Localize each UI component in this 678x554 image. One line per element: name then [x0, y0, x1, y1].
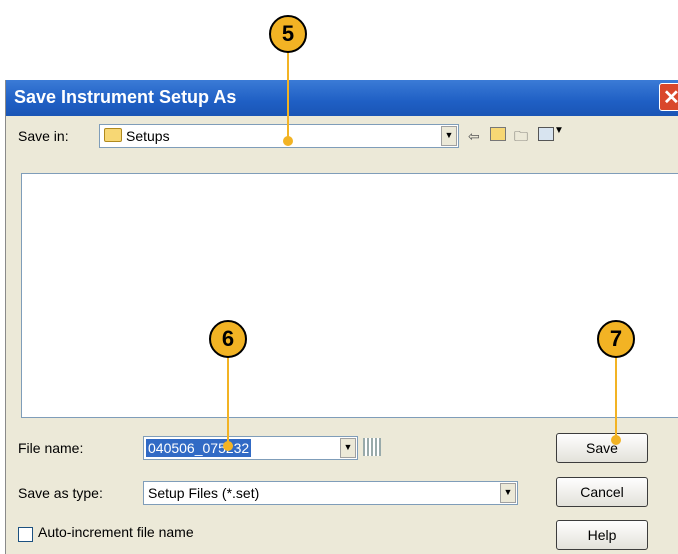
save-button[interactable]: Save: [556, 433, 648, 463]
title-bar: Save Instrument Setup As ✕: [6, 80, 678, 116]
file-name-input[interactable]: 040506_075232 ▼: [143, 436, 358, 460]
dialog-title: Save Instrument Setup As: [14, 87, 237, 107]
save-as-type-dropdown[interactable]: Setup Files (*.set) ▼: [143, 481, 518, 505]
save-as-type-value: Setup Files (*.set): [148, 485, 260, 501]
view-menu-chevron-icon[interactable]: ▼: [554, 125, 564, 136]
save-in-dropdown[interactable]: Setups ▼: [99, 124, 459, 148]
callout-5-dot: [283, 136, 293, 146]
save-in-value: Setups: [126, 128, 170, 144]
save-as-type-label: Save as type:: [18, 485, 103, 501]
folder-icon: [104, 128, 122, 142]
cancel-button[interactable]: Cancel: [556, 477, 648, 507]
chevron-down-icon[interactable]: ▼: [441, 126, 457, 146]
new-folder-icon[interactable]: 🗀: [514, 126, 528, 150]
auto-increment-checkbox[interactable]: [18, 527, 33, 542]
save-in-label: Save in:: [18, 128, 69, 144]
view-menu-icon[interactable]: [538, 127, 554, 141]
chevron-down-icon[interactable]: ▼: [340, 438, 356, 458]
callout-7: 7: [597, 320, 635, 358]
keypad-icon[interactable]: [363, 438, 381, 456]
chevron-down-icon[interactable]: ▼: [500, 483, 516, 503]
callout-6-line: [227, 357, 229, 445]
auto-increment-label: Auto-increment file name: [38, 524, 194, 540]
back-icon[interactable]: ⇦: [468, 128, 480, 145]
callout-5: 5: [269, 15, 307, 53]
callout-5-line: [287, 52, 289, 140]
close-button[interactable]: ✕: [659, 83, 678, 111]
callout-6: 6: [209, 320, 247, 358]
callout-7-dot: [611, 435, 621, 445]
file-list[interactable]: [21, 173, 678, 418]
help-button[interactable]: Help: [556, 520, 648, 550]
callout-7-line: [615, 357, 617, 439]
up-folder-icon[interactable]: [490, 127, 506, 141]
close-icon: ✕: [663, 87, 678, 109]
file-name-value: 040506_075232: [146, 439, 252, 457]
callout-6-dot: [223, 441, 233, 451]
file-name-label: File name:: [18, 440, 84, 456]
save-dialog: Save Instrument Setup As ✕ Save in: Setu…: [5, 80, 678, 554]
